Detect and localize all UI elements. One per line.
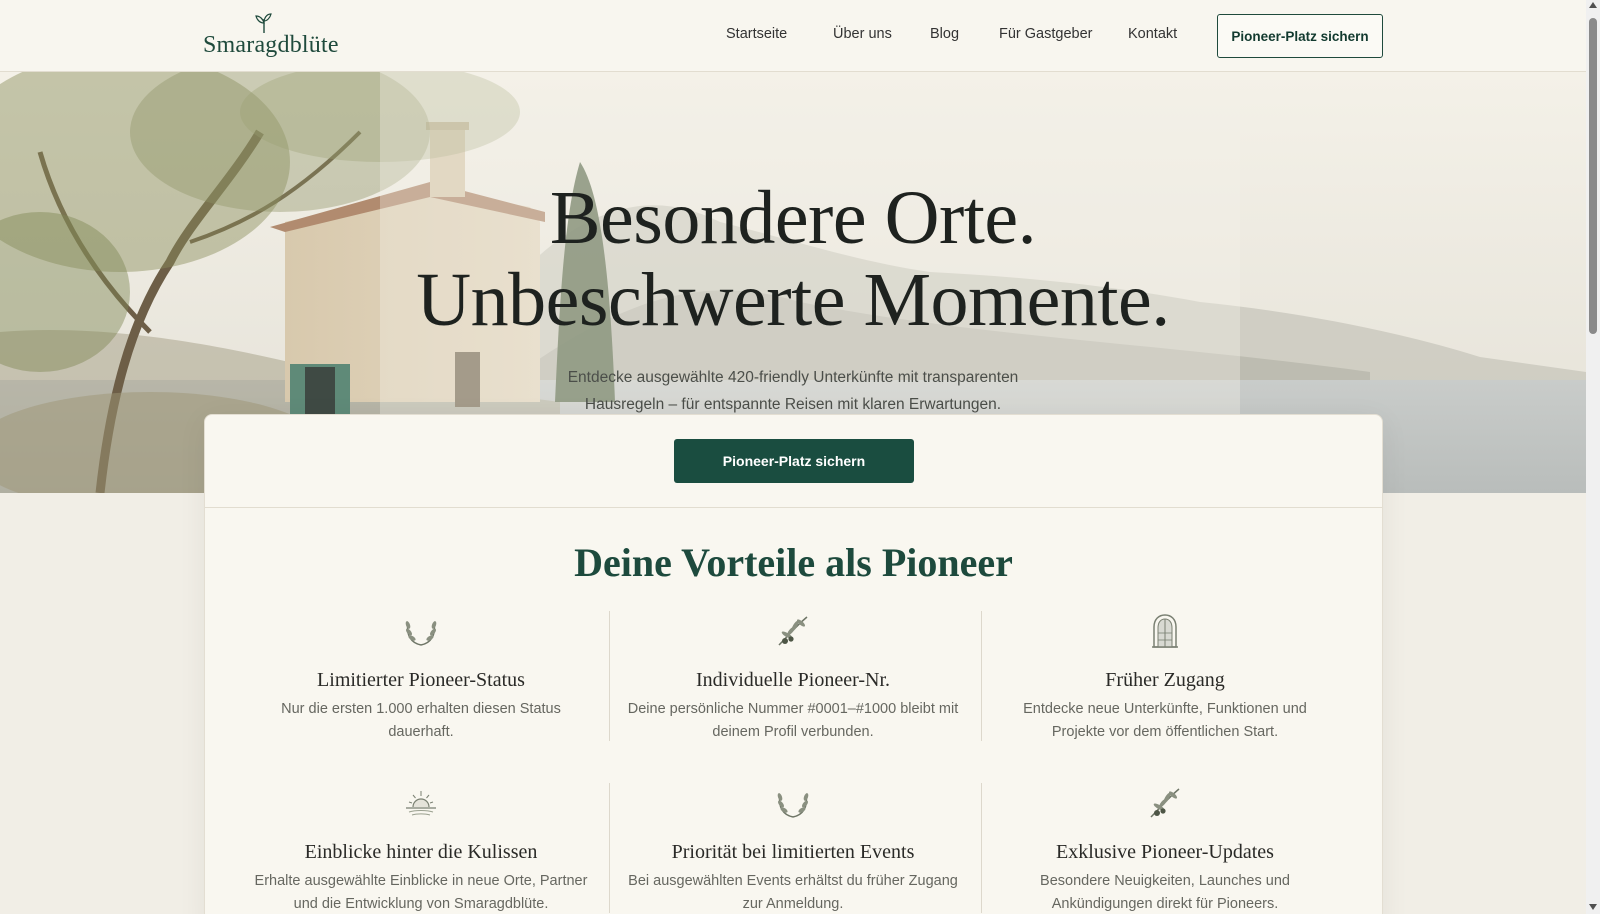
benefit-text: Nur die ersten 1.000 erhalten diesen Sta…	[281, 701, 561, 740]
sprout-logo-icon	[255, 13, 272, 34]
olive-branch-icon	[1150, 788, 1180, 818]
logo-text: Smaragdblüte	[203, 32, 339, 58]
benefit-text: Entdecke neue Unterkünfte, Funktionen un…	[1023, 701, 1307, 740]
benefit-title: Einblicke hinter die Kulissen	[304, 841, 538, 863]
site-header: Smaragdblüte Startseite Über uns Blog Fü…	[0, 0, 1586, 72]
pioneer-card: Pioneer-Platz sichern Deine Vorteile als…	[204, 414, 1383, 914]
benefits-title: Deine Vorteile als Pioneer	[574, 540, 1013, 585]
header-cta-button[interactable]: Pioneer-Platz sichern	[1217, 14, 1383, 58]
logo[interactable]: Smaragdblüte	[203, 12, 339, 64]
hero-title-line-1: Besondere Orte.	[549, 176, 1037, 260]
benefit-item: Exklusive Pioneer-Updates Besondere Neui…	[995, 783, 1335, 914]
nav-item-ueber-uns[interactable]: Über uns	[833, 26, 892, 42]
olive-branch-icon	[778, 616, 808, 646]
laurel-wreath-icon	[405, 621, 437, 646]
page-scrollbar[interactable]	[1586, 0, 1600, 914]
laurel-wreath-icon	[777, 793, 809, 818]
benefit-divider	[609, 611, 610, 741]
hero-subtitle: Entdecke ausgewählte 420-friendly Unterk…	[567, 369, 1019, 413]
scroll-down-arrow-icon[interactable]	[1589, 904, 1597, 910]
benefit-title: Exklusive Pioneer-Updates	[1056, 841, 1274, 863]
benefit-divider	[981, 783, 982, 913]
nav-item-startseite[interactable]: Startseite	[726, 26, 787, 42]
pioneer-cta-button[interactable]: Pioneer-Platz sichern	[674, 439, 914, 483]
benefit-item: Limitierter Pioneer-Status Nur die erste…	[251, 611, 591, 744]
benefit-divider	[981, 611, 982, 741]
card-divider	[205, 507, 1382, 508]
benefit-divider	[609, 783, 610, 913]
benefit-text: Deine persönliche Nummer #0001–#1000 ble…	[627, 701, 959, 740]
benefit-title: Limitierter Pioneer-Status	[317, 669, 525, 691]
nav-item-fuer-gastgeber[interactable]: Für Gastgeber	[999, 26, 1093, 42]
benefit-item: Individuelle Pioneer-Nr. Deine persönlic…	[623, 611, 963, 744]
nav-item-blog[interactable]: Blog	[930, 26, 959, 42]
benefit-title: Priorität bei limitierten Events	[671, 841, 915, 863]
hero-title-line-2: Unbeschwerte Momente.	[416, 258, 1170, 342]
scroll-up-arrow-icon[interactable]	[1589, 2, 1597, 8]
benefit-title: Individuelle Pioneer-Nr.	[696, 669, 890, 691]
benefit-text: Erhalte ausgewählte Einblicke in neue Or…	[254, 873, 588, 912]
arched-door-icon	[1152, 614, 1178, 648]
nav-item-kontakt[interactable]: Kontakt	[1128, 26, 1177, 42]
sunrise-icon	[406, 791, 436, 816]
benefit-text: Bei ausgewählten Events erhältst du früh…	[628, 873, 958, 912]
benefit-text: Besondere Neuigkeiten, Launches und Ankü…	[1040, 873, 1290, 912]
benefit-item: Einblicke hinter die Kulissen Erhalte au…	[251, 783, 591, 914]
benefit-item: Früher Zugang Entdecke neue Unterkünfte,…	[995, 611, 1335, 744]
benefit-title: Früher Zugang	[1105, 669, 1225, 691]
scroll-thumb[interactable]	[1589, 18, 1597, 334]
benefit-item: Priorität bei limitierten Events Bei aus…	[623, 783, 963, 914]
